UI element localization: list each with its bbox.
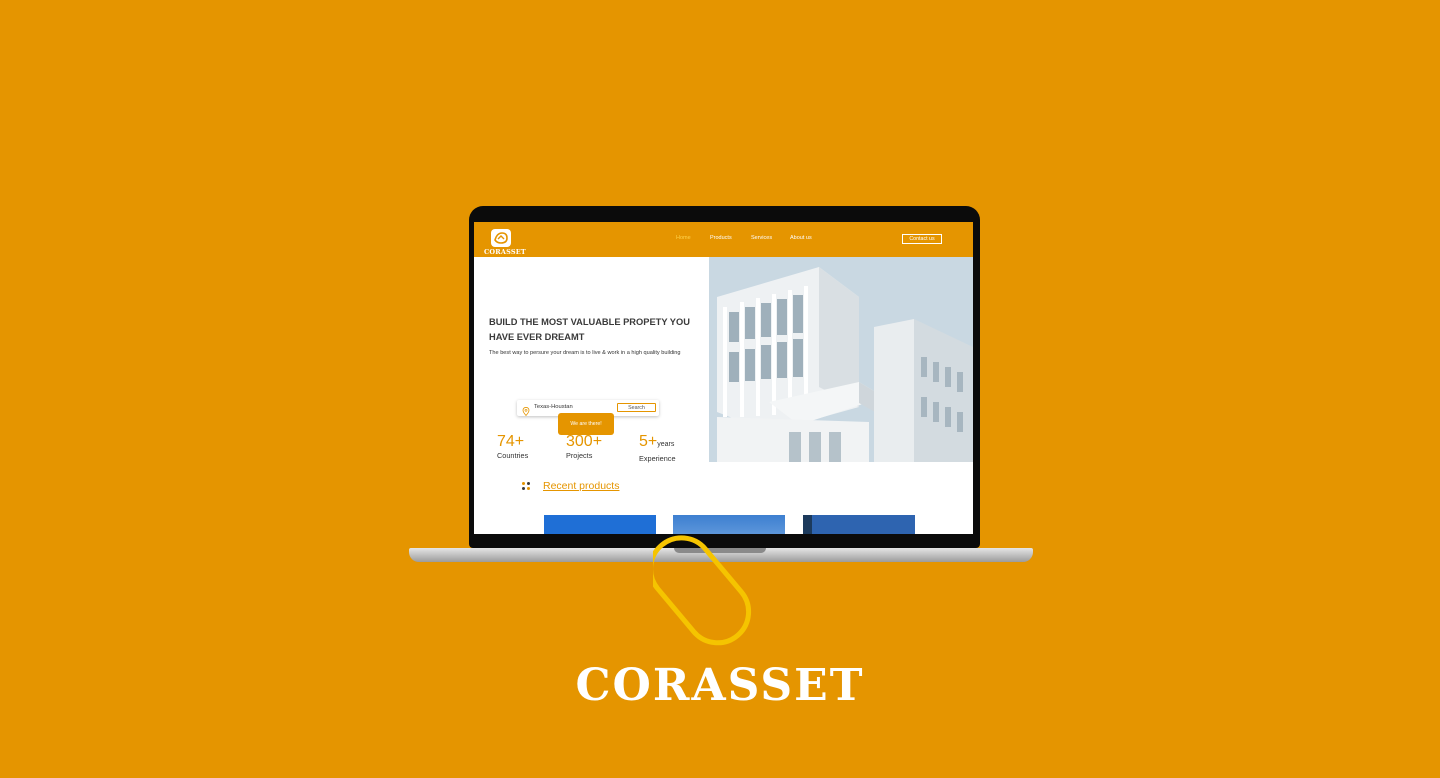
- stat-suffix: years: [657, 441, 675, 448]
- logo-icon: [491, 229, 511, 247]
- stat-experience: 5+years Experience: [639, 433, 676, 464]
- contact-button[interactable]: Contact us: [902, 234, 942, 244]
- laptop-screen: CORASSET Home Products Services About us…: [474, 222, 973, 534]
- nav-item-home[interactable]: Home: [676, 235, 691, 241]
- brand-name: CORASSET: [575, 660, 865, 711]
- hero-image: [709, 257, 973, 462]
- stat-label: Experience: [639, 454, 676, 463]
- product-card[interactable]: [803, 515, 915, 534]
- stat-value: 5+years: [639, 433, 675, 450]
- we-are-there-tooltip: We are there!: [558, 413, 614, 435]
- stat-value: 300+: [566, 433, 603, 450]
- hero-title: BUILD THE MOST VALUABLE PROPETY YOU HAVE…: [489, 317, 690, 342]
- stat-countries: 74+ Countries: [497, 433, 529, 461]
- nav-item-about[interactable]: About us: [790, 235, 812, 241]
- hero-subtitle: The best way to persure your dream is to…: [489, 350, 681, 356]
- search-input[interactable]: Texas-Houstan: [534, 404, 573, 410]
- recent-products-link[interactable]: Recent products: [543, 480, 619, 492]
- site-header: CORASSET Home Products Services About us…: [474, 222, 973, 257]
- stat-value: 74+: [497, 433, 525, 450]
- pin-icon: [522, 403, 530, 417]
- stat-label: Countries: [497, 451, 529, 460]
- dots-icon: [522, 481, 531, 491]
- product-card[interactable]: [544, 515, 656, 534]
- nav-item-products[interactable]: Products: [710, 235, 732, 241]
- nav-item-services[interactable]: Services: [751, 235, 772, 241]
- search-button[interactable]: Search: [617, 403, 656, 412]
- recent-products-heading: Recent products: [522, 480, 619, 492]
- logo-text: CORASSET: [484, 248, 526, 256]
- brand-ring-icon: [653, 535, 752, 646]
- stat-projects: 300+ Projects: [566, 433, 603, 461]
- stat-label: Projects: [566, 451, 593, 460]
- logo[interactable]: CORASSET: [484, 229, 526, 257]
